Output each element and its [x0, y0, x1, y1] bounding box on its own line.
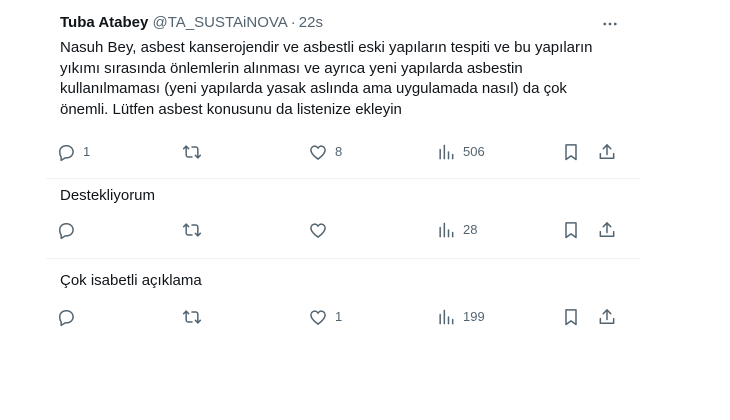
views-button[interactable]: 28: [436, 219, 477, 241]
tweet-divider: [46, 258, 640, 259]
tweet-action-bar: 1 8 506: [56, 141, 626, 163]
retweet-button[interactable]: [182, 141, 209, 163]
retweet-button[interactable]: [182, 306, 209, 328]
tweet-text: Destekliyorum: [60, 187, 156, 204]
author-name[interactable]: Tuba Atabey: [60, 14, 148, 31]
reply-icon: [56, 307, 76, 327]
view-count: 199: [463, 309, 485, 324]
share-icon: [597, 142, 617, 162]
bookmark-button[interactable]: [561, 141, 581, 163]
views-button[interactable]: 506: [436, 141, 485, 163]
retweet-icon: [182, 142, 202, 162]
tweet-divider: [46, 178, 640, 179]
heart-icon: [308, 220, 328, 240]
share-icon: [597, 220, 617, 240]
share-icon: [597, 307, 617, 327]
reply-count: 1: [83, 144, 91, 159]
views-button[interactable]: 199: [436, 306, 485, 328]
views-icon: [436, 307, 456, 327]
view-count: 28: [463, 222, 478, 237]
tweet-text: Çok isabetli açıklama: [60, 272, 202, 289]
heart-icon: [308, 142, 328, 162]
reply-button[interactable]: 1: [56, 141, 90, 163]
more-icon: [603, 22, 617, 26]
bookmark-icon: [561, 142, 581, 162]
reply-thread: Tuba Atabey @TA_SUSTAiNOVA · 22s Nasuh Bey…: [0, 0, 640, 420]
retweet-icon: [182, 220, 202, 240]
retweet-button[interactable]: [182, 219, 209, 241]
tweet-text: Nasuh Bey, asbest kanserojendir ve asbes…: [60, 39, 593, 118]
bookmark-icon: [561, 307, 581, 327]
reply-button[interactable]: [56, 219, 83, 241]
author-handle[interactable]: @TA_SUSTAiNOVA: [153, 14, 288, 31]
share-button[interactable]: [597, 219, 617, 241]
share-button[interactable]: [597, 141, 617, 163]
tweet-timestamp[interactable]: 22s: [299, 14, 323, 31]
more-options-button[interactable]: [596, 13, 624, 35]
tweet-action-bar: 1 199: [56, 306, 626, 328]
views-icon: [436, 220, 456, 240]
retweet-icon: [182, 307, 202, 327]
view-count: 506: [463, 144, 485, 159]
like-count: 1: [335, 309, 343, 324]
reply-icon: [56, 220, 76, 240]
like-count: 8: [335, 144, 343, 159]
reply-button[interactable]: [56, 306, 83, 328]
like-button[interactable]: 1: [308, 306, 342, 328]
bookmark-icon: [561, 220, 581, 240]
tweet-action-bar: 28: [56, 219, 626, 241]
bookmark-button[interactable]: [561, 306, 581, 328]
views-icon: [436, 142, 456, 162]
like-button[interactable]: 8: [308, 141, 342, 163]
reply-icon: [56, 142, 76, 162]
bookmark-button[interactable]: [561, 219, 581, 241]
header-separator: ·: [290, 14, 296, 31]
like-button[interactable]: [308, 219, 335, 241]
share-button[interactable]: [597, 306, 617, 328]
tweet-header: Tuba Atabey @TA_SUSTAiNOVA · 22s: [60, 13, 323, 33]
heart-icon: [308, 307, 328, 327]
